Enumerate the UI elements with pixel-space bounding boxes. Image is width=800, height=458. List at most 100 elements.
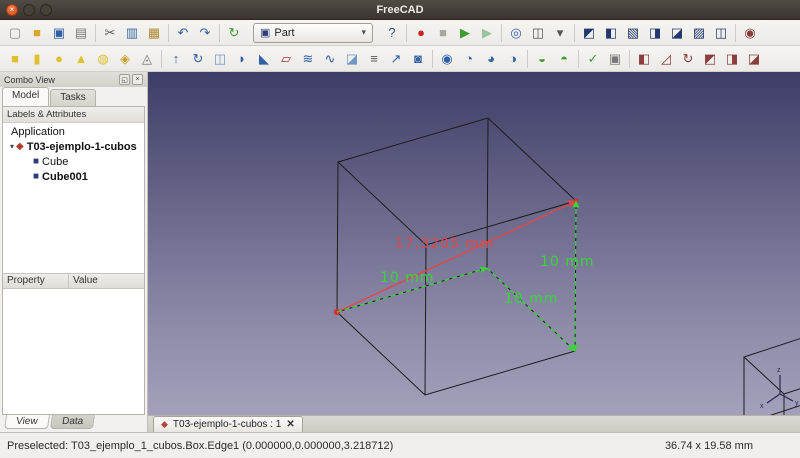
part-fillet-icon[interactable]: ◗ <box>231 48 253 70</box>
draw-style-arrow-icon[interactable]: ▾ <box>549 22 571 44</box>
part-cross-sections-icon[interactable]: ≡ <box>363 48 385 70</box>
part-extrude-icon[interactable]: ↑ <box>165 48 187 70</box>
workbench-icon: ▣ <box>260 27 271 39</box>
measure-clear-icon[interactable]: ◩ <box>699 48 721 70</box>
macro-debug-icon[interactable]: ▶ <box>476 22 498 44</box>
part-primitives-icon[interactable]: ◈ <box>114 48 136 70</box>
view-top-icon[interactable]: ▧ <box>622 22 644 44</box>
part-union-icon[interactable]: ◕ <box>480 48 502 70</box>
axis-label-z: z <box>777 367 781 374</box>
panel-float-icon[interactable]: ◱ <box>119 74 130 85</box>
window-close-button[interactable]: × <box>6 3 18 16</box>
measure-distance-icon[interactable]: ◉ <box>739 22 761 44</box>
open-folder-icon[interactable]: ■ <box>26 22 48 44</box>
tree-expander-icon[interactable]: ▾ <box>10 142 14 151</box>
part-section-icon[interactable]: ◪ <box>341 48 363 70</box>
whats-this-icon[interactable]: ? <box>381 22 403 44</box>
measure-linear-icon[interactable]: ◧ <box>633 48 655 70</box>
view-left-icon[interactable]: ◫ <box>710 22 732 44</box>
measure-angular-icon[interactable]: ◿ <box>655 48 677 70</box>
part-mirror-icon[interactable]: ◫ <box>209 48 231 70</box>
toolbar-separator <box>501 23 502 42</box>
tree-item-document[interactable]: ▾ ◆ T03-ejemplo-1-cubos <box>3 139 144 154</box>
toolbar-separator <box>95 23 96 42</box>
window-maximize-button[interactable] <box>40 3 52 16</box>
macro-record-icon[interactable]: ● <box>410 22 432 44</box>
workbench-selector[interactable]: ▣ Part ▾ <box>253 22 373 43</box>
window-minimize-button[interactable] <box>23 3 35 16</box>
part-torus-icon[interactable]: ◍ <box>92 48 114 70</box>
undo-icon[interactable]: ↶ <box>172 22 194 44</box>
tab-data[interactable]: Data <box>49 415 95 429</box>
toolbar-part-workbench: ■ ▮ ● ▲ ◍ ◈ ◬ ↑ ↻ ◫ ◗ ◣ ▱ ≋ ∿ ◪ ≡ ↗ ◙ ◉ … <box>0 46 800 72</box>
defeaturing-icon[interactable]: ▣ <box>604 48 626 70</box>
tree-item-cube[interactable]: ■ Cube <box>3 154 144 169</box>
combo-view-panel: Combo View ◱ × Model Tasks Labels & Attr… <box>0 72 148 432</box>
part-box-icon[interactable]: ■ <box>4 48 26 70</box>
macro-stop-icon[interactable]: ■ <box>432 22 454 44</box>
part-join-connect-icon[interactable]: ◒ <box>531 48 553 70</box>
dimension-label-edge-right: 10 mm <box>504 291 559 307</box>
print-icon[interactable]: ▤ <box>70 22 92 44</box>
tree-item-cube001[interactable]: ■ Cube001 <box>3 169 144 184</box>
part-sweep-icon[interactable]: ∿ <box>319 48 341 70</box>
part-thickness-icon[interactable]: ◙ <box>407 48 429 70</box>
part-loft-icon[interactable]: ≋ <box>297 48 319 70</box>
part-cylinder-icon[interactable]: ▮ <box>26 48 48 70</box>
tree-item-application[interactable]: Application <box>3 124 144 139</box>
combo-view-tabs: Model Tasks <box>0 87 147 106</box>
part-boolean-icon[interactable]: ◉ <box>436 48 458 70</box>
dimension-label-edge-left: 10 mm <box>380 270 435 286</box>
property-table-header: Property Value <box>3 273 144 289</box>
measure-toggle-3d-icon[interactable]: ◨ <box>721 48 743 70</box>
title-bar: × FreeCAD <box>0 0 800 20</box>
document-tab-label: T03-ejemplo-1-cubos : 1 <box>172 419 282 430</box>
combo-view-titlebar: Combo View ◱ × <box>0 72 147 87</box>
measure-toggle-delta-icon[interactable]: ◪ <box>743 48 765 70</box>
combo-view-title: Combo View <box>4 74 55 85</box>
tab-close-icon[interactable]: ✕ <box>286 419 294 430</box>
tab-tasks[interactable]: Tasks <box>50 89 96 106</box>
3d-viewport[interactable]: 17,3205 mm 10 mm 10 mm 10 mm z x y <box>148 72 800 415</box>
tab-view[interactable]: View <box>4 415 50 429</box>
zoom-fit-all-icon[interactable]: ◎ <box>505 22 527 44</box>
view-bottom-icon[interactable]: ▨ <box>688 22 710 44</box>
save-icon[interactable]: ▣ <box>48 22 70 44</box>
macro-play-icon[interactable]: ▶ <box>454 22 476 44</box>
part-ruled-surface-icon[interactable]: ▱ <box>275 48 297 70</box>
part-shapebuilder-icon[interactable]: ◬ <box>136 48 158 70</box>
view-front-icon[interactable]: ◧ <box>600 22 622 44</box>
3d-scene: 17,3205 mm 10 mm 10 mm 10 mm z x y <box>333 117 800 415</box>
cut-icon[interactable]: ✂ <box>99 22 121 44</box>
document-tab[interactable]: ◆ T03-ejemplo-1-cubos : 1 ✕ <box>153 416 303 432</box>
part-intersection-icon[interactable]: ◑ <box>502 48 524 70</box>
panel-close-icon[interactable]: × <box>132 74 143 85</box>
measure-refresh-icon[interactable]: ↻ <box>677 48 699 70</box>
part-chamfer-icon[interactable]: ◣ <box>253 48 275 70</box>
redo-icon[interactable]: ↷ <box>194 22 216 44</box>
main-area: Combo View ◱ × Model Tasks Labels & Attr… <box>0 72 800 432</box>
copy-icon[interactable]: ▥ <box>121 22 143 44</box>
draw-style-icon[interactable]: ◫ <box>527 22 549 44</box>
tab-model[interactable]: Model <box>2 87 50 106</box>
cursor-dimension-readout: 36.74 x 19.58 mm <box>664 439 753 452</box>
tree-item-label: Cube <box>42 155 69 168</box>
part-sphere-icon[interactable]: ● <box>48 48 70 70</box>
view-right-icon[interactable]: ◨ <box>644 22 666 44</box>
view-rear-icon[interactable]: ◪ <box>666 22 688 44</box>
new-document-icon[interactable]: ▢ <box>4 22 26 44</box>
toolbar-separator <box>219 23 220 42</box>
second-cube-wireframe[interactable] <box>743 335 800 415</box>
part-cut-icon[interactable]: ◔ <box>458 48 480 70</box>
value-column-header[interactable]: Value <box>69 274 102 288</box>
check-geometry-icon[interactable]: ✓ <box>582 48 604 70</box>
view-isometric-icon[interactable]: ◩ <box>578 22 600 44</box>
part-cone-icon[interactable]: ▲ <box>70 48 92 70</box>
property-column-header[interactable]: Property <box>3 274 69 288</box>
refresh-icon[interactable]: ↻ <box>223 22 245 44</box>
paste-icon[interactable]: ▦ <box>143 22 165 44</box>
part-offset-icon[interactable]: ↗ <box>385 48 407 70</box>
toolbar-separator <box>406 23 407 42</box>
part-revolve-icon[interactable]: ↻ <box>187 48 209 70</box>
part-join-embed-icon[interactable]: ◓ <box>553 48 575 70</box>
